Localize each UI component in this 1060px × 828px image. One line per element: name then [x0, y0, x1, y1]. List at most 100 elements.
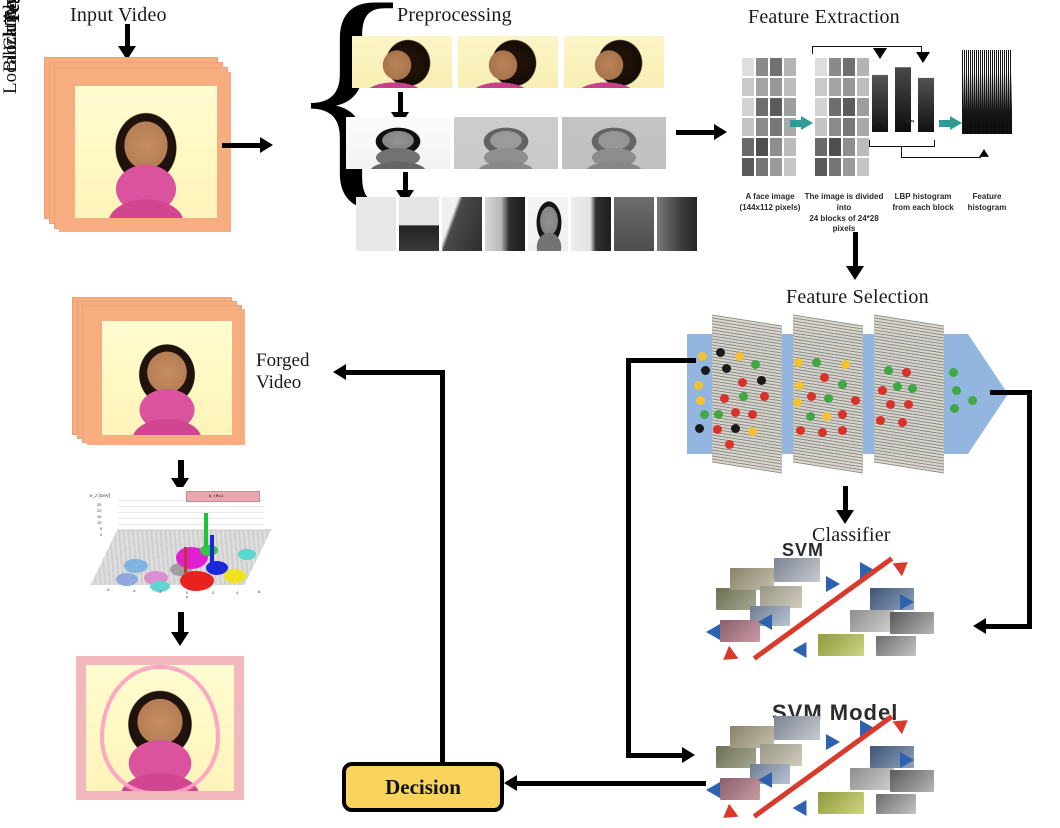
arrow-preproc-to-featext-head [714, 124, 727, 140]
svm-model-thumb [818, 792, 864, 814]
featext-caption-3-line2: from each block [892, 202, 954, 212]
arrow-svmmodel-to-decision-head [504, 775, 517, 791]
cluster-bar-blue [210, 535, 214, 565]
svm-blue-marker [900, 594, 914, 610]
input-video-thumbnail [75, 86, 217, 218]
featext-ellipsis-2: •••• [905, 119, 915, 125]
diagram-canvas: Input Video Preprocessing Feature Extrac… [0, 0, 1060, 828]
featext-caption-2-line1: The image is divided into [804, 192, 884, 212]
svm-blue-marker [826, 576, 840, 592]
cluster-blob [180, 571, 214, 591]
featsel-ball [838, 426, 847, 435]
svm-boundary-head-top [892, 555, 913, 577]
localization-frame [76, 656, 244, 800]
featsel-ball [794, 358, 803, 367]
decision-box[interactable]: Decision [342, 762, 504, 812]
svm-thumb [876, 636, 916, 656]
featext-top-bracket-span [812, 46, 922, 47]
arrow-svmmodel-to-decision-stem [516, 781, 706, 786]
preproc-gray-3 [562, 117, 666, 169]
featext-lbp-hist-3 [918, 64, 934, 132]
cluster-plot-legend: k_t R=1 [186, 491, 260, 502]
training-path-bottom [985, 624, 1032, 629]
featsel-ball [795, 381, 804, 390]
featext-teal-arrow-1-head [801, 116, 813, 130]
featsel-output-ball [952, 386, 961, 395]
svm-model-blue-marker [706, 782, 720, 798]
featsel-ball [714, 410, 723, 419]
arrow-input-to-preprocessing-stem [222, 143, 262, 148]
svm-model-boundary-head-bottom [718, 803, 739, 825]
svm-model-blue-marker [900, 752, 914, 768]
featsel-ball [898, 418, 907, 427]
featsel-ball [722, 364, 731, 373]
featsel-ball [838, 380, 847, 389]
arrow-preproc-row2-row3-stem [403, 172, 408, 192]
label-localization: Localization [0, 0, 21, 94]
heading-feature-extraction: Feature Extraction [748, 6, 900, 28]
featext-face-blocks [742, 58, 796, 176]
testing-path-head [682, 747, 695, 763]
featsel-ball [796, 426, 805, 435]
svm-blue-marker [706, 624, 720, 640]
featext-caption-3: LBP histogram from each block [888, 192, 958, 214]
arrow-plot-to-localization-head [171, 632, 189, 646]
featsel-ball [822, 412, 831, 421]
svm-thumb [720, 620, 760, 642]
featsel-ball [751, 360, 760, 369]
svm-model-thumb [774, 716, 820, 740]
cluster-plot-legend-label: k_t R=1 [209, 493, 224, 498]
svm-model-blue-marker [792, 799, 814, 821]
preproc-patch-2 [399, 197, 439, 251]
featext-caption-4-line2: histogram [967, 202, 1007, 212]
testing-path-vertical [626, 358, 631, 758]
featsel-ball [838, 410, 847, 419]
featsel-ball [908, 384, 917, 393]
featext-caption-1-line2: (144x112 pixels) [739, 202, 801, 212]
featext-top-bracket-left [812, 46, 813, 54]
featsel-ball [806, 412, 815, 421]
featext-bottom-bracket-run [901, 157, 981, 158]
featsel-ball [793, 398, 802, 407]
arrow-featext-to-featsel-stem [853, 232, 858, 270]
featsel-ball [695, 424, 704, 433]
svm-blue-marker [792, 641, 814, 663]
preproc-patch-1 [356, 197, 396, 251]
featsel-ball [820, 373, 829, 382]
svm-thumb [760, 586, 802, 608]
featsel-ball [698, 352, 707, 361]
featsel-output-ball [968, 396, 977, 405]
heading-feature-selection: Feature Selection [786, 286, 929, 308]
input-video-stack [44, 57, 240, 237]
preproc-patch-6 [571, 197, 611, 251]
preproc-patch-8 [657, 197, 697, 251]
featsel-ball [807, 392, 816, 401]
preproc-gray-2 [454, 117, 558, 169]
featsel-ball [731, 424, 740, 433]
arrow-input-video-stem [125, 24, 130, 48]
featext-bottom-bracket-head [979, 149, 989, 157]
featsel-ball [735, 352, 744, 361]
svm-model-blue-marker [758, 772, 772, 788]
featsel-ball [904, 400, 913, 409]
featext-teal-arrow-2-head [950, 116, 962, 130]
featsel-ball [720, 394, 729, 403]
preproc-gray-1 [346, 117, 450, 169]
featext-bottom-bracket-right [934, 140, 935, 147]
svm-thumb [890, 612, 934, 634]
featsel-ball [739, 392, 748, 401]
cluster-bar-red [184, 547, 187, 573]
svm-model-thumb [876, 794, 916, 814]
featsel-ball [748, 427, 757, 436]
featsel-ball [878, 386, 887, 395]
featext-bottom-bracket-span [869, 146, 935, 147]
svm-model-thumb [720, 778, 760, 800]
featsel-ball [876, 416, 885, 425]
arrow-preproc-row1-row2-stem [398, 92, 403, 114]
featsel-ball [893, 382, 902, 391]
heading-input-video: Input Video [70, 4, 167, 26]
featsel-ball [701, 366, 710, 375]
featsel-ball [824, 394, 833, 403]
featext-caption-4: Feature histogram [958, 192, 1016, 214]
training-path-top [990, 390, 1032, 395]
